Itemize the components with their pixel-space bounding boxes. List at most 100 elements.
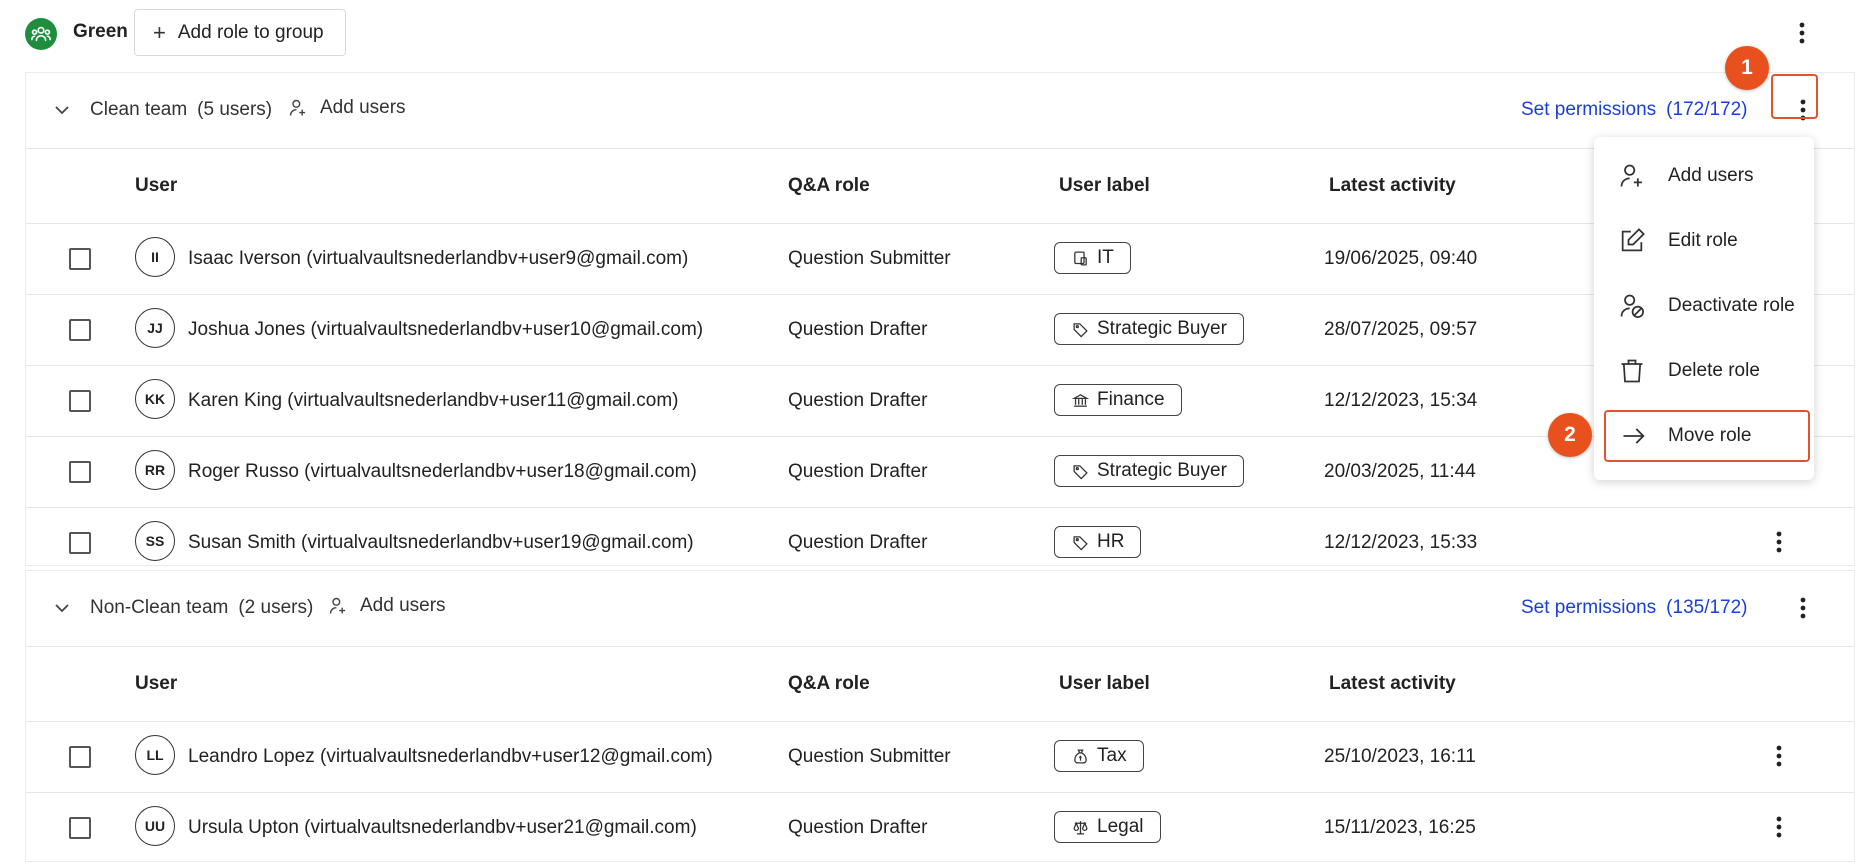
- menu-item-edit-role[interactable]: Edit role: [1594, 209, 1814, 273]
- row-more-icon[interactable]: [1767, 744, 1791, 768]
- add-role-to-group-button[interactable]: + Add role to group: [134, 9, 346, 56]
- money-bag-icon: [1074, 748, 1087, 764]
- role-user-count: (2 users): [238, 597, 314, 618]
- latest-activity: 25/10/2023, 16:11: [1324, 746, 1476, 767]
- arrow-right-icon: [1620, 422, 1648, 450]
- user-label-badge: Finance: [1054, 384, 1182, 416]
- group-header: Green + Add role to group: [0, 0, 1858, 66]
- user-label-badge: IT: [1054, 242, 1131, 274]
- role-header: Non-Clean team (2 users) Add users Set pe…: [26, 571, 1854, 647]
- user-label-badge: Legal: [1054, 811, 1161, 843]
- role-panel-non-clean-team: Non-Clean team (2 users) Add users Set pe…: [25, 570, 1855, 862]
- qa-role: Question Submitter: [788, 248, 951, 269]
- deactivate-user-icon: [1618, 292, 1646, 320]
- row-checkbox[interactable]: [69, 746, 91, 768]
- user-name: Karen King (virtualvaultsnederlandbv+use…: [188, 390, 679, 411]
- column-user[interactable]: User: [135, 175, 177, 197]
- table-row[interactable]: LL Leandro Lopez (virtualvaultsnederland…: [26, 722, 1854, 793]
- row-checkbox[interactable]: [69, 817, 91, 839]
- qa-role: Question Submitter: [788, 746, 951, 767]
- permissions-count: (135/172): [1666, 597, 1748, 618]
- role-header: Clean team (5 users) Add users Set permis…: [26, 73, 1854, 149]
- role-user-count: (5 users): [197, 99, 273, 120]
- chevron-down-icon[interactable]: [54, 603, 70, 613]
- add-user-icon: [329, 597, 346, 614]
- column-qa-role[interactable]: Q&A role: [788, 673, 870, 695]
- add-users-link[interactable]: Add users: [288, 97, 406, 119]
- set-permissions-link[interactable]: Set permissions (172/172): [1521, 99, 1748, 121]
- column-latest-activity[interactable]: Latest activity: [1329, 673, 1456, 695]
- avatar: UU: [135, 806, 175, 846]
- table-header: User Q&A role User label Latest activity: [26, 647, 1854, 722]
- user-label-badge: Tax: [1054, 740, 1144, 772]
- table-header: User Q&A role User label Latest activity: [26, 149, 1854, 224]
- avatar: LL: [135, 735, 175, 775]
- row-checkbox[interactable]: [69, 532, 91, 554]
- add-users-label: Add users: [360, 595, 446, 616]
- trash-icon: [1618, 357, 1646, 385]
- avatar: JJ: [135, 308, 175, 348]
- menu-item-label: Add users: [1668, 165, 1754, 186]
- menu-item-label: Edit role: [1668, 230, 1738, 251]
- user-name: Susan Smith (virtualvaultsnederlandbv+us…: [188, 532, 694, 553]
- add-user-icon: [289, 99, 306, 116]
- table-row[interactable]: JJ Joshua Jones (virtualvaultsnederlandb…: [26, 295, 1854, 366]
- menu-item-label: Deactivate role: [1668, 295, 1795, 316]
- column-latest-activity[interactable]: Latest activity: [1329, 175, 1456, 197]
- latest-activity: 12/12/2023, 15:33: [1324, 532, 1478, 553]
- row-more-icon[interactable]: [1767, 530, 1791, 554]
- row-checkbox[interactable]: [69, 390, 91, 412]
- column-user-label[interactable]: User label: [1059, 175, 1150, 197]
- table-row[interactable]: II Isaac Iverson (virtualvaultsnederland…: [26, 224, 1854, 295]
- scale-icon: [1073, 820, 1088, 835]
- menu-item-deactivate-role[interactable]: Deactivate role: [1594, 274, 1814, 338]
- user-label-badge: HR: [1054, 526, 1142, 558]
- row-more-icon[interactable]: [1767, 815, 1791, 839]
- row-checkbox[interactable]: [69, 248, 91, 270]
- add-users-link[interactable]: Add users: [328, 595, 446, 617]
- add-role-label: Add role to group: [177, 21, 324, 43]
- latest-activity: 19/06/2025, 09:40: [1324, 248, 1478, 269]
- set-permissions-link[interactable]: Set permissions (135/172): [1521, 597, 1748, 619]
- latest-activity: 20/03/2025, 11:44: [1324, 461, 1476, 482]
- permissions-count: (172/172): [1666, 99, 1748, 120]
- role-more-highlight: [1771, 74, 1818, 119]
- menu-item-move-role[interactable]: Move role: [1604, 410, 1810, 462]
- row-checkbox[interactable]: [69, 461, 91, 483]
- latest-activity: 15/11/2023, 16:25: [1324, 817, 1476, 838]
- table-row[interactable]: SS Susan Smith (virtualvaultsnederlandbv…: [26, 508, 1854, 578]
- step-badge-2: 2: [1548, 413, 1592, 457]
- user-label-badge: Strategic Buyer: [1054, 313, 1244, 345]
- user-name: Isaac Iverson (virtualvaultsnederlandbv+…: [188, 248, 689, 269]
- row-checkbox[interactable]: [69, 319, 91, 341]
- qa-role: Question Drafter: [788, 532, 928, 553]
- tag-icon: [1073, 464, 1088, 479]
- qa-role: Question Drafter: [788, 390, 928, 411]
- menu-item-add-users[interactable]: Add users: [1594, 144, 1814, 208]
- column-user-label[interactable]: User label: [1059, 673, 1150, 695]
- plus-icon: +: [153, 19, 166, 45]
- table-row[interactable]: UU Ursula Upton (virtualvaultsnederlandb…: [26, 793, 1854, 863]
- menu-item-label: Delete role: [1668, 360, 1760, 381]
- tag-icon: [1073, 322, 1088, 337]
- latest-activity: 12/12/2023, 15:34: [1324, 390, 1478, 411]
- group-more-icon[interactable]: [1790, 21, 1814, 45]
- column-qa-role[interactable]: Q&A role: [788, 175, 870, 197]
- add-user-icon: [1618, 162, 1646, 190]
- qa-role: Question Drafter: [788, 817, 928, 838]
- chevron-down-icon[interactable]: [54, 105, 70, 115]
- role-name: Clean team (5 users): [90, 99, 273, 120]
- menu-item-delete-role[interactable]: Delete role: [1594, 339, 1814, 403]
- menu-item-label: Move role: [1668, 425, 1752, 446]
- qa-role: Question Drafter: [788, 461, 928, 482]
- group-icon: [25, 18, 57, 50]
- qa-role: Question Drafter: [788, 319, 928, 340]
- column-user[interactable]: User: [135, 673, 177, 695]
- avatar: KK: [135, 379, 175, 419]
- role-panel-clean-team: Clean team (5 users) Add users Set permis…: [25, 72, 1855, 566]
- bank-icon: [1072, 393, 1089, 407]
- user-name: Joshua Jones (virtualvaultsnederlandbv+u…: [188, 319, 704, 340]
- edit-icon: [1618, 227, 1646, 255]
- role-more-icon[interactable]: [1791, 596, 1815, 620]
- user-label-badge: Strategic Buyer: [1054, 455, 1244, 487]
